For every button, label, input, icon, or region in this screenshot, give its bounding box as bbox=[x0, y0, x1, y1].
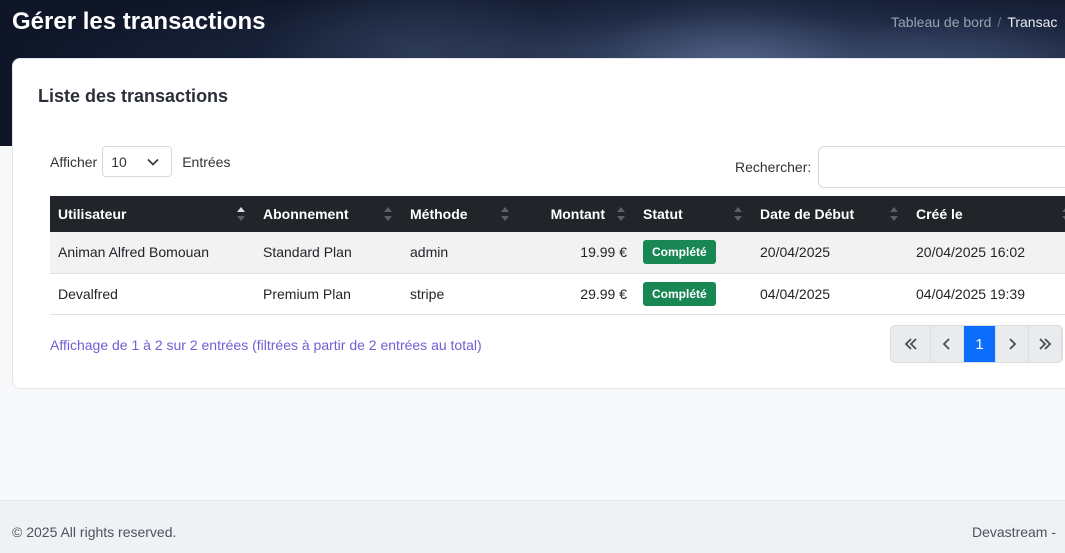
column-header-label: Utilisateur bbox=[58, 206, 127, 222]
column-header-user[interactable]: Utilisateur bbox=[50, 196, 255, 232]
column-header-created[interactable]: Créé le bbox=[908, 196, 1065, 232]
first-page-button[interactable] bbox=[891, 326, 931, 362]
search-label: Rechercher: bbox=[735, 159, 812, 175]
cell-start-date: 04/04/2025 bbox=[752, 273, 908, 315]
length-label-before: Afficher bbox=[50, 153, 98, 170]
pagination: 1 bbox=[890, 325, 1063, 363]
page-button-current[interactable]: 1 bbox=[964, 326, 996, 362]
cell-status: Complété bbox=[635, 232, 752, 274]
chevrons-right-icon bbox=[1039, 338, 1052, 350]
cell-amount: 29.99 € bbox=[519, 273, 635, 315]
transactions-table: Utilisateur Abonnement Méthode Montant S… bbox=[50, 196, 1065, 315]
column-header-label: Montant bbox=[550, 206, 605, 222]
cell-created: 04/04/2025 19:39 bbox=[908, 273, 1065, 315]
column-header-amount[interactable]: Montant bbox=[519, 196, 635, 232]
sort-icon bbox=[734, 207, 742, 221]
column-header-status[interactable]: Statut bbox=[635, 196, 752, 232]
status-badge: Complété bbox=[643, 281, 716, 306]
column-header-label: Abonnement bbox=[263, 206, 349, 222]
breadcrumb-item-dashboard[interactable]: Tableau de bord bbox=[891, 14, 991, 30]
column-header-label: Créé le bbox=[916, 206, 963, 222]
page-footer: © 2025 All rights reserved. Devastream - bbox=[0, 500, 1065, 553]
cell-status: Complété bbox=[635, 273, 752, 315]
cell-user: Devalfred bbox=[50, 273, 255, 315]
column-header-label: Méthode bbox=[410, 206, 468, 222]
status-badge: Complété bbox=[643, 240, 716, 265]
cell-plan: Standard Plan bbox=[255, 232, 402, 274]
next-page-button[interactable] bbox=[996, 326, 1029, 362]
search-control: Rechercher: bbox=[735, 146, 1065, 188]
sort-icon bbox=[501, 207, 509, 221]
table-header-row: Utilisateur Abonnement Méthode Montant S… bbox=[50, 196, 1065, 232]
cell-amount: 19.99 € bbox=[519, 232, 635, 274]
cell-start-date: 20/04/2025 bbox=[752, 232, 908, 274]
chevron-down-icon bbox=[147, 158, 159, 166]
chevron-right-icon bbox=[1009, 338, 1017, 350]
cell-plan: Premium Plan bbox=[255, 273, 402, 315]
breadcrumb-separator: / bbox=[997, 14, 1002, 30]
column-header-label: Statut bbox=[643, 206, 683, 222]
sort-asc-icon bbox=[237, 207, 245, 221]
cell-method: admin bbox=[402, 232, 519, 274]
chevrons-left-icon bbox=[904, 338, 917, 350]
footer-copyright: © 2025 All rights reserved. bbox=[12, 524, 177, 540]
sort-icon bbox=[890, 207, 898, 221]
sort-icon bbox=[384, 207, 392, 221]
cell-user: Animan Alfred Bomouan bbox=[50, 232, 255, 274]
table-row[interactable]: Animan Alfred Bomouan Standard Plan admi… bbox=[50, 232, 1065, 274]
card-title: Liste des transactions bbox=[38, 86, 229, 106]
column-header-method[interactable]: Méthode bbox=[402, 196, 519, 232]
column-header-start-date[interactable]: Date de Début bbox=[752, 196, 908, 232]
length-label-after: Entrées bbox=[182, 153, 231, 170]
entries-length-control: Afficher 10 Entrées bbox=[50, 146, 230, 177]
column-header-label: Date de Début bbox=[760, 206, 855, 222]
breadcrumb: Tableau de bord / Transac bbox=[891, 14, 1057, 30]
transactions-card: Liste des transactions Afficher 10 Entré… bbox=[12, 58, 1065, 389]
last-page-button[interactable] bbox=[1029, 326, 1062, 362]
entries-per-page-value: 10 bbox=[111, 153, 127, 170]
cell-created: 20/04/2025 16:02 bbox=[908, 232, 1065, 274]
sort-icon bbox=[617, 207, 625, 221]
table-info-text: Affichage de 1 à 2 sur 2 entrées (filtré… bbox=[50, 337, 482, 353]
footer-brand: Devastream - bbox=[972, 524, 1057, 540]
cell-method: stripe bbox=[402, 273, 519, 315]
column-header-plan[interactable]: Abonnement bbox=[255, 196, 402, 232]
table-row[interactable]: Devalfred Premium Plan stripe 29.99 € Co… bbox=[50, 273, 1065, 315]
previous-page-button[interactable] bbox=[931, 326, 964, 362]
page-title: Gérer les transactions bbox=[12, 8, 266, 35]
chevron-left-icon bbox=[942, 338, 950, 350]
search-input[interactable] bbox=[818, 146, 1065, 188]
entries-per-page-select[interactable]: 10 bbox=[102, 146, 173, 177]
breadcrumb-item-current: Transac bbox=[1007, 14, 1058, 30]
